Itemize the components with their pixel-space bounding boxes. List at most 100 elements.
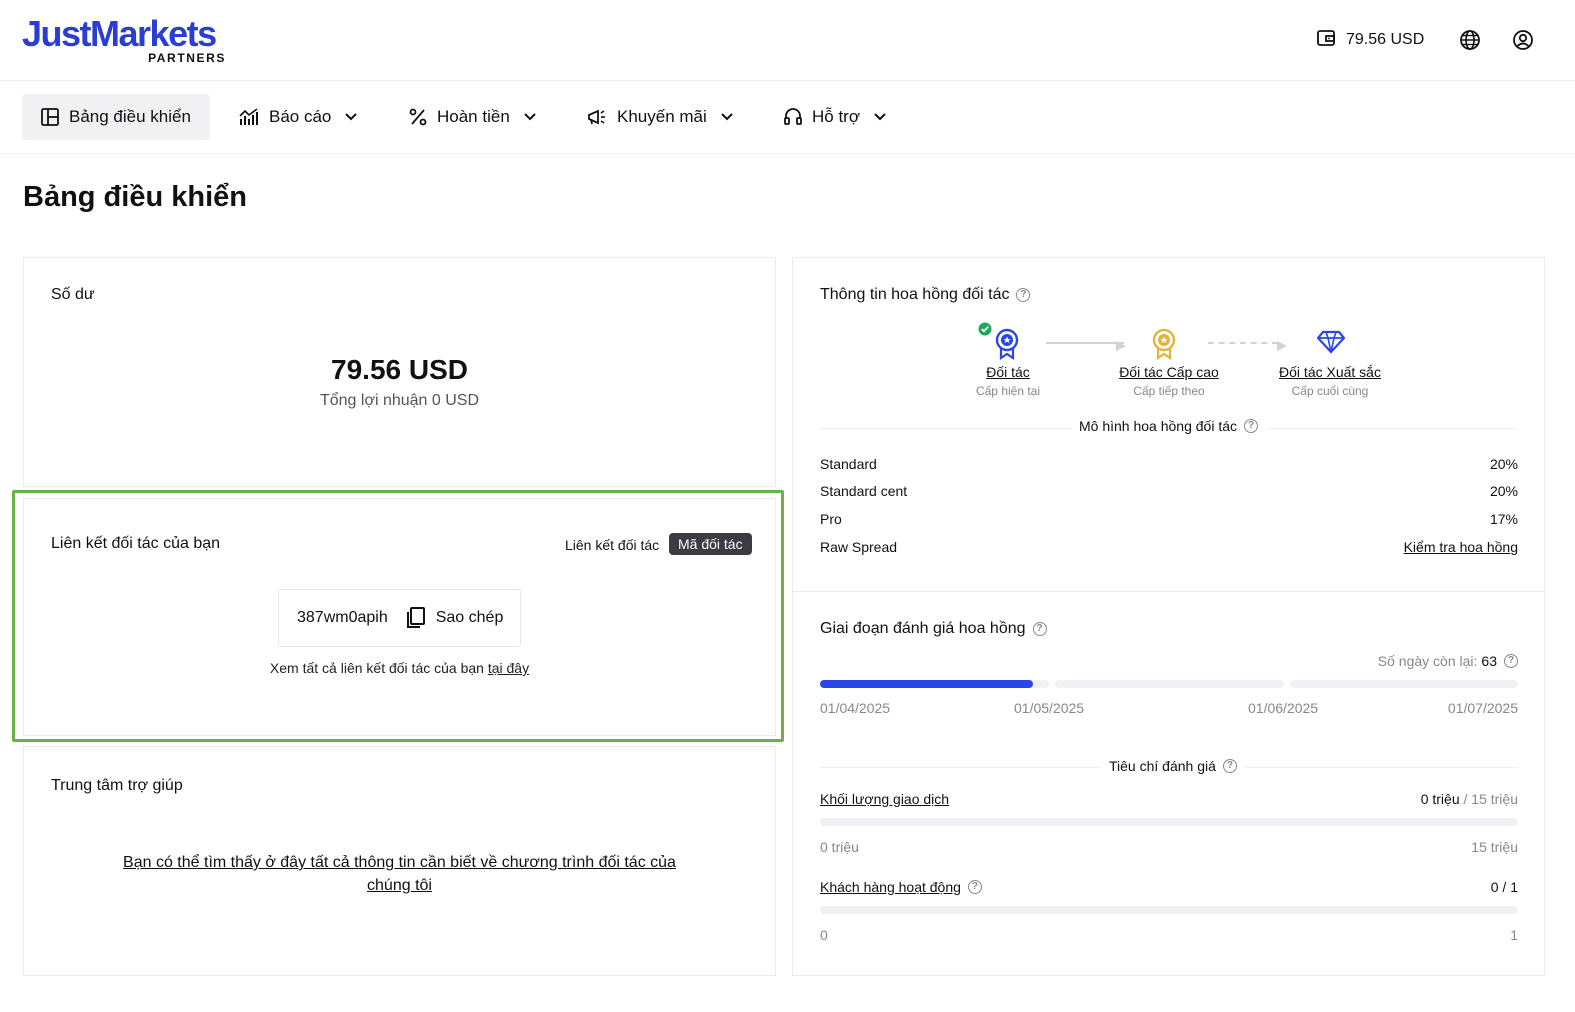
tier-senior-name[interactable]: Đối tác Cấp cao <box>1104 364 1234 380</box>
help-icon[interactable]: ? <box>1032 622 1047 636</box>
help-icon[interactable]: ? <box>1504 654 1518 668</box>
nav-promotions-label: Khuyến mãi <box>617 107 707 126</box>
balance-card: Số dư 79.56 USD Tổng lợi nhuận 0 USD <box>23 257 776 487</box>
main-nav: Bảng điều khiển Báo cáo Hoàn tiền Khuyến… <box>0 81 1575 154</box>
active-clients-row: Khách hàng hoạt động ? <box>820 879 982 895</box>
balance-card-title: Số dư <box>51 286 95 303</box>
tier-senior-sub: Cấp tiếp theo <box>1133 384 1205 398</box>
diamond-icon <box>1316 330 1346 359</box>
evaluation-card: Giai đoạn đánh giá hoa hồng ? <box>792 591 1545 976</box>
nav-dashboard-label: Bảng điều khiển <box>69 107 191 126</box>
help-link-line1[interactable]: Bạn có thể tìm thấy ở đây tất cả thông t… <box>123 854 676 871</box>
criteria-label-text: Tiêu chí đánh giá <box>1109 758 1216 774</box>
commission-title-text: Thông tin hoa hồng đối tác <box>820 286 1010 303</box>
balance-amount: 79.56 USD <box>331 354 468 385</box>
volume-current: 0 triệu <box>1420 791 1460 807</box>
check-commission-link[interactable]: Kiểm tra hoa hồng <box>1404 539 1518 555</box>
dashboard-icon <box>41 108 59 126</box>
tier-excellent-sub: Cấp cuối cùng <box>1291 384 1369 398</box>
volume-progress-bar <box>820 818 1518 826</box>
wallet-icon <box>1316 28 1336 53</box>
nav-reports-label: Báo cáo <box>269 107 332 126</box>
clients-min: 0 <box>820 927 828 943</box>
rate-row-cent-name: Standard cent <box>820 483 908 499</box>
megaphone-icon <box>588 109 605 125</box>
tier-partner: Đối tác Cấp hiện tại <box>967 364 1049 398</box>
help-center-title: Trung tâm trợ giúp <box>51 777 183 794</box>
period-progress-fill <box>820 680 1033 688</box>
senior-partner-medal-icon <box>1151 328 1177 365</box>
check-badge-icon <box>978 322 992 341</box>
header-balance: 79.56 USD <box>1346 31 1425 48</box>
rate-row-pro-name: Pro <box>820 511 842 527</box>
balance-chip[interactable]: 79.56 USD <box>1316 27 1424 53</box>
rate-row-standard-value: 20% <box>1489 456 1518 472</box>
clients-progress-bar <box>820 906 1518 914</box>
headset-icon <box>784 108 802 125</box>
days-left: Số ngày còn lại: 63 ? <box>1378 653 1518 669</box>
nav-cashback[interactable]: Hoàn tiền <box>390 94 554 140</box>
period-bar-3 <box>1290 680 1518 688</box>
arrow-right-icon <box>1116 338 1126 356</box>
date-label: 01/07/2025 <box>1447 700 1518 716</box>
chevron-down-icon <box>345 113 358 121</box>
date-label: 01/05/2025 <box>1014 700 1085 716</box>
justmarkets-logo[interactable]: JustMarkets PARTNERS <box>22 14 232 68</box>
active-clients-value: 0 / 1 <box>1490 879 1518 895</box>
rate-row-raw-name: Raw Spread <box>820 539 898 555</box>
highlight-frame <box>12 490 784 742</box>
volume-target: / 15 triệu <box>1463 791 1518 807</box>
criteria-label: Tiêu chí đánh giá ? <box>1101 758 1245 774</box>
partner-medal-icon <box>994 328 1020 365</box>
rate-row-standard-name: Standard <box>820 456 877 472</box>
rate-row-cent-value: 20% <box>1489 483 1518 499</box>
active-clients-label[interactable]: Khách hàng hoạt động <box>820 879 961 895</box>
rate-row-pro-value: 17% <box>1489 511 1518 527</box>
tier-partner-name[interactable]: Đối tác <box>967 364 1049 380</box>
clients-max: 1 <box>1510 927 1518 943</box>
help-center-card: Trung tâm trợ giúp Bạn có thể tìm thấy ở… <box>23 746 776 976</box>
commission-title: Thông tin hoa hồng đối tác ? <box>820 286 1031 304</box>
arrow-right-icon <box>1277 338 1287 356</box>
help-center-link[interactable]: Bạn có thể tìm thấy ở đây tất cả thông t… <box>24 851 775 897</box>
user-icon[interactable] <box>1511 28 1535 52</box>
nav-promotions[interactable]: Khuyến mãi <box>568 94 751 140</box>
volume-min: 0 triệu <box>820 839 859 855</box>
page-title: Bảng điều khiển <box>23 181 247 213</box>
percent-icon <box>409 108 427 126</box>
total-profit: Tổng lợi nhuận 0 USD <box>319 392 480 409</box>
date-label: 01/06/2025 <box>1248 700 1319 716</box>
globe-icon[interactable] <box>1458 28 1482 52</box>
tier-arrow-2 <box>1208 342 1278 344</box>
help-link-line2[interactable]: chúng tôi <box>367 877 432 894</box>
logo-subtext: PARTNERS <box>148 51 226 65</box>
date-label: 01/04/2025 <box>820 700 891 716</box>
nav-cashback-label: Hoàn tiền <box>437 107 510 126</box>
nav-reports[interactable]: Báo cáo <box>220 94 375 140</box>
period-bar-2 <box>1055 680 1284 688</box>
help-icon[interactable]: ? <box>1016 288 1031 302</box>
days-left-value: 63 <box>1481 653 1497 669</box>
nav-support[interactable]: Hỗ trợ <box>765 94 904 140</box>
tier-arrow-1 <box>1046 342 1124 344</box>
chevron-down-icon <box>721 113 733 121</box>
top-header: JustMarkets PARTNERS 79.56 USD <box>0 0 1575 81</box>
chevron-down-icon <box>524 113 536 121</box>
logo-text: JustMarkets <box>22 13 217 54</box>
help-icon[interactable]: ? <box>1222 759 1237 773</box>
commission-model-text: Mô hình hoa hồng đối tác <box>1079 418 1238 434</box>
nav-dashboard[interactable]: Bảng điều khiển <box>22 94 210 140</box>
evaluation-title: Giai đoạn đánh giá hoa hồng ? <box>820 620 1047 638</box>
days-left-label: Số ngày còn lại: <box>1377 653 1478 669</box>
volume-max: 15 triệu <box>1471 839 1518 855</box>
volume-label[interactable]: Khối lượng giao dịch <box>820 791 949 807</box>
help-icon[interactable]: ? <box>967 880 982 894</box>
tier-excellent-name[interactable]: Đối tác Xuất sắc <box>1265 364 1395 380</box>
nav-support-label: Hỗ trợ <box>812 107 860 126</box>
tier-senior-partner: Đối tác Cấp cao Cấp tiếp theo <box>1104 364 1234 398</box>
evaluation-title-text: Giai đoạn đánh giá hoa hồng <box>820 620 1026 637</box>
chevron-down-icon <box>874 113 886 121</box>
tier-excellent-partner: Đối tác Xuất sắc Cấp cuối cùng <box>1265 364 1395 398</box>
tier-partner-sub: Cấp hiện tại <box>975 384 1041 398</box>
help-icon[interactable]: ? <box>1244 419 1259 433</box>
